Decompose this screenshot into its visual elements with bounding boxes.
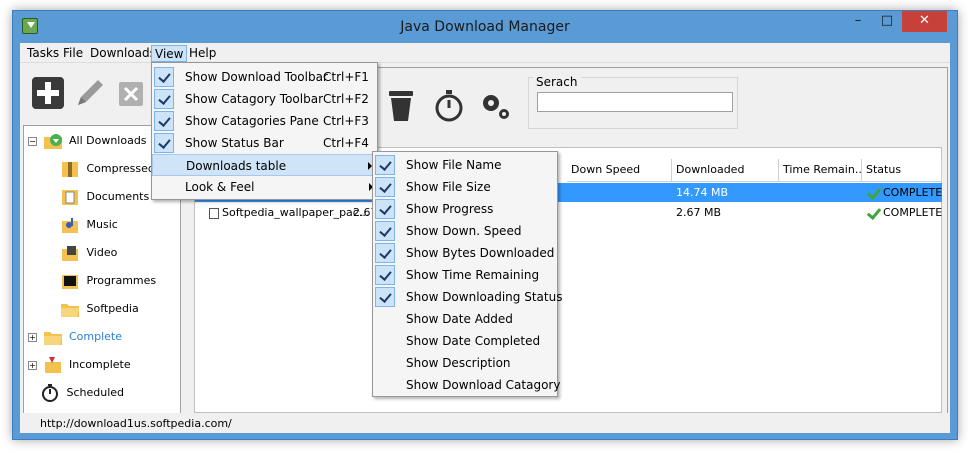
tree-item-label: Music <box>86 218 118 231</box>
settings-icon[interactable] <box>478 89 514 123</box>
file-icon <box>209 207 219 219</box>
column-header-down-speed[interactable]: Down Speed <box>567 159 672 182</box>
column-header-status[interactable]: Status <box>862 159 942 182</box>
checkmark-icon <box>375 221 395 241</box>
checkmark-icon <box>375 287 395 307</box>
add-icon[interactable] <box>30 75 66 111</box>
checkmark-icon <box>154 67 174 87</box>
column-header-downloaded[interactable]: Downloaded <box>672 159 779 182</box>
checkmark-icon <box>375 199 395 219</box>
status-cell: COMPLETE <box>862 203 942 222</box>
menu-item-show-date-added[interactable]: Show Date Added <box>373 308 557 330</box>
menu-item-show-down-speed[interactable]: Show Down. Speed <box>373 220 557 242</box>
expand-icon[interactable]: + <box>28 360 37 370</box>
checkmark-icon <box>375 243 395 263</box>
tree-item-complete[interactable]: + Complete <box>28 326 122 348</box>
folder-icon <box>61 304 79 317</box>
menu-tasks[interactable]: Tasks <box>24 45 62 62</box>
title-bar[interactable]: Java Download Manager – □ ✕ <box>13 11 957 43</box>
checkmark-icon <box>154 89 174 109</box>
tree-item-label: Documents <box>86 190 150 203</box>
checkmark-icon <box>375 155 395 175</box>
tree-item-label: Complete <box>69 330 123 343</box>
compressed-icon <box>62 162 78 177</box>
menu-item-show-file-size[interactable]: Show File Size <box>373 176 557 198</box>
menu-item-show-time-remaining[interactable]: Show Time Remaining <box>373 264 557 286</box>
tree-item-documents[interactable]: Documents <box>60 186 149 208</box>
tree-item-label: Programmes <box>86 274 157 287</box>
menu-bar: Tasks File Downloads View Help <box>20 43 950 63</box>
trash-icon[interactable] <box>387 89 415 123</box>
documents-icon <box>62 190 78 205</box>
delete-icon[interactable] <box>118 81 144 107</box>
checkmark-icon <box>154 111 174 131</box>
programmes-icon <box>62 275 78 289</box>
menu-item-show-downloading-status[interactable]: Show Downloading Status <box>373 286 562 308</box>
search-input[interactable] <box>537 92 733 112</box>
complete-folder-icon <box>43 332 62 345</box>
menu-item-show-file-name[interactable]: Show File Name <box>373 154 557 176</box>
menu-item-show-status-bar[interactable]: Show Status Bar Ctrl+F4 <box>152 132 377 154</box>
menu-help[interactable]: Help <box>186 45 219 62</box>
tree-item-programmes[interactable]: Programmes <box>60 270 156 292</box>
tree-item-incomplete[interactable]: + Incomplete <box>28 354 131 376</box>
checkmark-icon <box>375 177 395 197</box>
menu-item-show-date-completed[interactable]: Show Date Completed <box>373 330 557 352</box>
menu-item-show-download-catagory[interactable]: Show Download Catagory <box>373 374 560 396</box>
scheduled-icon <box>42 384 58 402</box>
view-menu: Show Download Toolbar Ctrl+F1 Show Catago… <box>151 62 378 200</box>
menu-item-show-progress[interactable]: Show Progress <box>373 198 557 220</box>
tree-item-label: Softpedia <box>86 302 139 315</box>
status-url: http://download1us.softpedia.com/ <box>40 417 232 430</box>
menu-item-show-catagories-pane[interactable]: Show Catagories Pane Ctrl+F3 <box>152 110 377 132</box>
menu-item-show-bytes-downloaded[interactable]: Show Bytes Downloaded <box>373 242 557 264</box>
downloaded-cell: 14.74 MB <box>672 183 779 202</box>
menu-file[interactable]: File <box>60 45 86 62</box>
column-header-time-remaining[interactable]: Time Remain... <box>779 159 862 182</box>
complete-check-icon <box>866 188 880 199</box>
checkmark-icon <box>154 133 174 153</box>
downloads-table-submenu: Show File Name Show File Size Show Progr… <box>372 151 562 397</box>
complete-check-icon <box>866 208 880 219</box>
status-cell: COMPLETE <box>862 183 942 202</box>
search-group: Serach <box>528 75 738 129</box>
tree-item-label: Video <box>86 246 118 259</box>
menu-item-look-and-feel[interactable]: Look & Feel <box>152 176 377 198</box>
tree-item-music[interactable]: Music <box>60 214 118 236</box>
tree-item-video[interactable]: Video <box>60 242 117 264</box>
menu-downloads[interactable]: Downloads <box>87 45 159 62</box>
menu-item-show-description[interactable]: Show Description <box>373 352 557 374</box>
expand-icon[interactable]: + <box>28 332 37 342</box>
tree-item-label: All Downloads <box>69 134 147 147</box>
minimize-button[interactable]: – <box>845 11 871 32</box>
edit-icon[interactable] <box>72 75 108 111</box>
tree-item-all-downloads[interactable]: − All Downloads <box>28 130 147 152</box>
all-downloads-icon <box>43 134 62 149</box>
collapse-icon[interactable]: − <box>28 136 37 146</box>
tree-item-scheduled[interactable]: Scheduled <box>40 382 124 404</box>
video-icon <box>62 246 78 261</box>
search-label: Serach <box>533 75 581 89</box>
music-icon <box>62 218 78 233</box>
tree-item-softpedia[interactable]: Softpedia <box>60 298 139 320</box>
tree-item-compressed[interactable]: Compressed <box>60 158 155 180</box>
menu-item-show-download-toolbar[interactable]: Show Download Toolbar Ctrl+F1 <box>152 66 377 88</box>
tree-item-label: Scheduled <box>66 386 125 399</box>
tree-item-label: Incomplete <box>69 358 131 371</box>
menu-item-downloads-table[interactable]: Downloads table <box>152 154 377 176</box>
menu-item-show-catagory-toolbar[interactable]: Show Catagory Toolbar Ctrl+F2 <box>152 88 377 110</box>
tree-item-label: Compressed <box>86 162 155 175</box>
menu-view[interactable]: View <box>151 45 188 62</box>
window-title: Java Download Manager <box>400 19 570 35</box>
checkmark-icon <box>375 265 395 285</box>
incomplete-icon <box>44 357 61 373</box>
status-bar: http://download1us.softpedia.com/ <box>20 413 950 433</box>
stopwatch-icon[interactable] <box>433 89 465 123</box>
close-button[interactable]: ✕ <box>902 11 947 32</box>
downloaded-cell: 2.67 MB <box>676 206 722 219</box>
maximize-button[interactable]: □ <box>874 11 900 32</box>
